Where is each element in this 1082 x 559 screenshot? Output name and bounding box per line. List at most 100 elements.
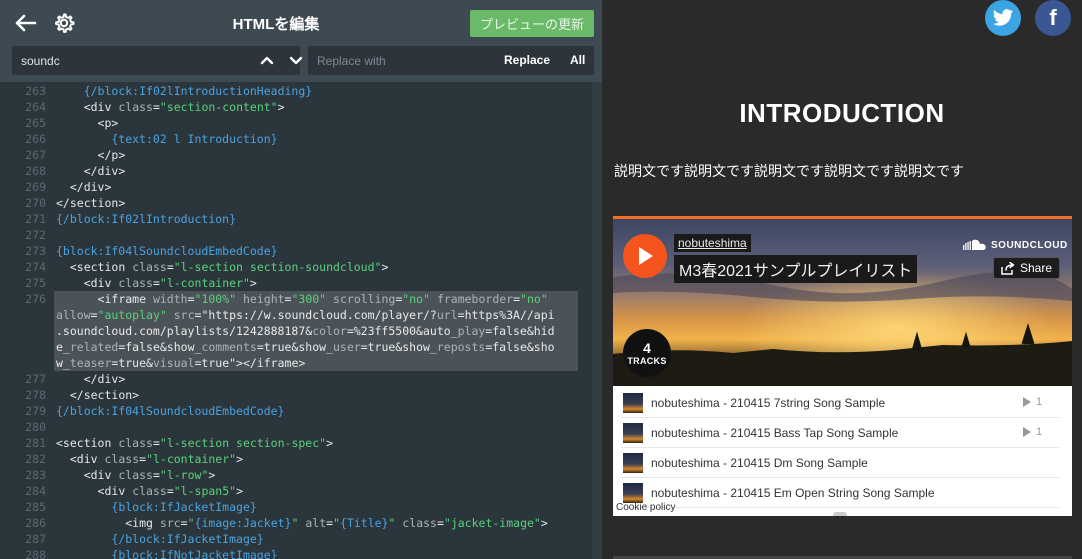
code-line[interactable]: 286 <img src="{image:Jacket}" alt="{Titl… xyxy=(0,515,602,531)
line-number: 274 xyxy=(25,260,46,274)
chevron-down-icon[interactable] xyxy=(287,52,305,68)
code-line[interactable]: 264 <div class="section-content"> xyxy=(0,99,602,115)
replace-field: Replace All xyxy=(308,46,594,75)
replace-input[interactable] xyxy=(317,52,487,69)
code-text: <div class="l-container"> xyxy=(83,276,257,290)
code-text: {text:02 l Introduction} xyxy=(111,132,278,146)
code-line[interactable]: 283 <div class="l-row"> xyxy=(0,467,602,483)
line-number: 278 xyxy=(25,388,46,402)
playlist-artwork: nobuteshima M3春2021サンプルプレイリスト SOUNDCLOUD… xyxy=(613,219,1072,386)
code-line[interactable]: 279 {/block:If04lSoundcloudEmbedCode} xyxy=(0,403,602,419)
html-editor-pane: HTMLを編集 プレビューの更新 soundc Replace All 263 … xyxy=(0,0,602,559)
introduction-heading: INTRODUCTION xyxy=(739,98,945,128)
line-number: 266 xyxy=(25,132,46,146)
code-line[interactable]: 265 <p> xyxy=(0,115,602,131)
editor-toolbar: HTMLを編集 プレビューの更新 xyxy=(0,0,602,46)
code-line[interactable]: 275 <div class="l-container"> xyxy=(0,275,602,291)
line-number: 277 xyxy=(25,372,46,386)
code-editor[interactable]: 263 {/block:If02lIntroductionHeading} 264… xyxy=(0,82,602,559)
code-line[interactable]: 285 {block:IfJacketImage} xyxy=(0,499,602,515)
code-text: <iframe width="100%" height="300" scroll… xyxy=(97,292,548,306)
track-count-badge: 4 TRACKS xyxy=(623,329,671,377)
code-line[interactable]: 270 </section> xyxy=(0,195,602,211)
soundcloud-player: nobuteshima M3春2021サンプルプレイリスト SOUNDCLOUD… xyxy=(613,216,1072,516)
facebook-icon[interactable]: f xyxy=(1035,0,1071,36)
track-title: nobuteshima - 210415 Em Open String Song… xyxy=(651,486,935,500)
code-line[interactable]: 288 {block:IfNotJacketImage} xyxy=(0,547,602,559)
line-number: 280 xyxy=(25,420,46,434)
code-line[interactable]: 263 {/block:If02lIntroductionHeading} xyxy=(0,83,602,99)
cookie-policy-link[interactable]: Cookie policy xyxy=(616,502,675,513)
track-thumbnail xyxy=(623,453,643,473)
line-number: 267 xyxy=(25,148,46,162)
code-text: allow="autoplay" src="https://w.soundclo… xyxy=(56,308,555,322)
introduction-text: 説明文です説明文です説明文です説明文です説明文です xyxy=(614,163,964,179)
code-line[interactable]: 267 </p> xyxy=(0,147,602,163)
code-line[interactable]: 277 </div> xyxy=(0,371,602,387)
code-text: {/block:IfJacketImage} xyxy=(111,532,264,546)
soundcloud-user-link[interactable]: nobuteshima xyxy=(674,234,751,252)
code-line[interactable]: 274 <section class="l-section section-so… xyxy=(0,259,602,275)
code-line[interactable]: 269 </div> xyxy=(0,179,602,195)
code-text: </div> xyxy=(83,164,126,178)
code-line[interactable]: 266 {text:02 l Introduction} xyxy=(0,131,602,147)
code-text: .soundcloud.com/playlists/1242888187&col… xyxy=(56,324,555,338)
find-replace-bar: soundc Replace All xyxy=(0,46,602,82)
play-count: 1 xyxy=(1023,426,1042,438)
track-title: nobuteshima - 210415 7string Song Sample xyxy=(651,396,886,410)
play-icon[interactable] xyxy=(623,234,667,278)
code-text: <section class="l-section section-soundc… xyxy=(69,260,389,274)
code-text: w_teaser=true&visual=true"></iframe> xyxy=(56,356,306,370)
code-line[interactable]: 272 xyxy=(0,227,602,243)
track-thumbnail xyxy=(623,393,643,413)
code-line[interactable]: 280 xyxy=(0,419,602,435)
code-line[interactable]: allow="autoplay" src="https://w.soundclo… xyxy=(0,307,602,323)
code-text: {block:IfNotJacketImage} xyxy=(111,548,278,559)
code-text: <section class="l-section section-spec"> xyxy=(56,436,333,450)
code-line[interactable]: .soundcloud.com/playlists/1242888187&col… xyxy=(0,323,602,339)
code-line[interactable]: e_related=false&show_comments=true&show_… xyxy=(0,339,602,355)
line-number: 269 xyxy=(25,180,46,194)
line-number: 263 xyxy=(25,84,46,98)
line-number: 270 xyxy=(25,196,46,210)
editor-scrollbar[interactable] xyxy=(592,82,602,559)
line-number: 282 xyxy=(25,452,46,466)
playlist-title[interactable]: M3春2021サンプルプレイリスト xyxy=(674,255,918,283)
search-value: soundc xyxy=(21,54,60,68)
preview-pane: f INTRODUCTION 説明文です説明文です説明文です説明文です説明文です xyxy=(602,0,1082,559)
code-text: <div class="l-row"> xyxy=(83,468,216,482)
code-text: <p> xyxy=(97,116,119,130)
search-input[interactable]: soundc xyxy=(12,46,303,75)
line-number: 273 xyxy=(25,244,46,258)
code-text: e_related=false&show_comments=true&show_… xyxy=(56,340,555,354)
replace-button[interactable]: Replace xyxy=(504,53,550,67)
update-preview-button[interactable]: プレビューの更新 xyxy=(470,10,594,37)
code-text: <div class="l-span5"> xyxy=(97,484,243,498)
code-text: </div> xyxy=(83,372,126,386)
replace-all-button[interactable]: All xyxy=(570,53,585,67)
code-line[interactable]: w_teaser=true&visual=true"></iframe> xyxy=(0,355,602,371)
code-text: <img src="{image:Jacket}" alt="{Title}" … xyxy=(125,516,548,530)
code-line[interactable]: 282 <div class="l-container"> xyxy=(0,451,602,467)
tracklist-scroll-handle[interactable] xyxy=(833,512,847,516)
code-line[interactable]: 287 {/block:IfJacketImage} xyxy=(0,531,602,547)
code-line[interactable]: 284 <div class="l-span5"> xyxy=(0,483,602,499)
soundcloud-logo-icon[interactable]: SOUNDCLOUD xyxy=(963,239,1068,251)
track-row[interactable]: nobuteshima - 210415 Em Open String Song… xyxy=(621,478,1059,508)
code-line[interactable]: 273 {block:If04lSoundcloudEmbedCode} xyxy=(0,243,602,259)
track-row[interactable]: nobuteshima - 210415 Dm Song Sample xyxy=(621,448,1059,478)
code-line[interactable]: 276 <iframe width="100%" height="300" sc… xyxy=(0,291,602,307)
line-number: 283 xyxy=(25,468,46,482)
share-label: Share xyxy=(1019,261,1053,275)
code-text: {/block:If04lSoundcloudEmbedCode} xyxy=(56,404,285,418)
track-row[interactable]: nobuteshima - 210415 Bass Tap Song Sampl… xyxy=(621,418,1059,448)
code-text: <div class="l-container"> xyxy=(69,452,244,466)
twitter-icon[interactable] xyxy=(985,0,1021,36)
chevron-up-icon[interactable] xyxy=(258,52,276,68)
share-button[interactable]: Share xyxy=(993,257,1060,279)
code-line[interactable]: 268 </div> xyxy=(0,163,602,179)
track-row[interactable]: nobuteshima - 210415 7string Song Sample… xyxy=(621,388,1059,418)
code-line[interactable]: 281 <section class="l-section section-spe… xyxy=(0,435,602,451)
code-line[interactable]: 271 {/block:If02lIntroduction} xyxy=(0,211,602,227)
code-line[interactable]: 278 </section> xyxy=(0,387,602,403)
